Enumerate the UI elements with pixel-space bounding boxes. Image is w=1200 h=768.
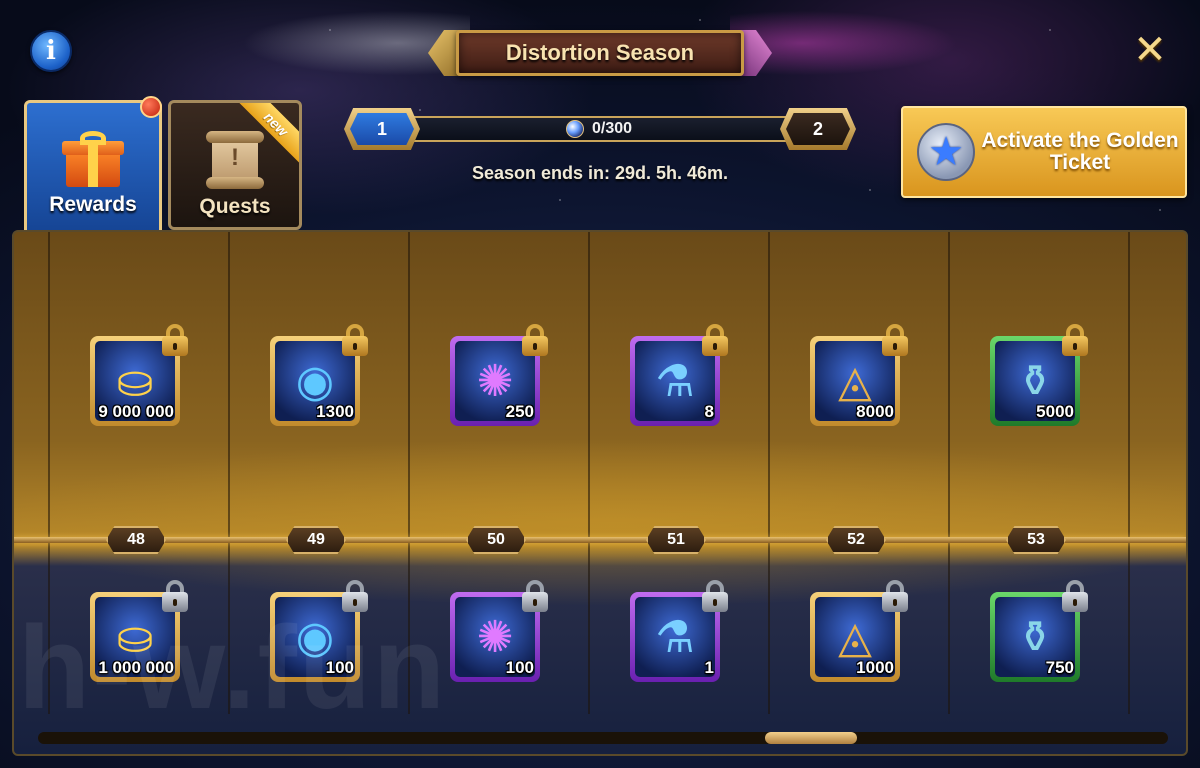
silver-lock-icon (162, 580, 188, 612)
reward-quantity: 9 000 000 (98, 402, 174, 421)
silver-lock-icon (882, 580, 908, 612)
silver-lock-icon (1062, 580, 1088, 612)
season-progress: 0/300 1 2 (344, 108, 856, 150)
silver-lock-icon (522, 580, 548, 612)
activate-golden-ticket-button[interactable]: ★ Activate the Golden Ticket (901, 106, 1187, 198)
gold-lock-icon (162, 324, 188, 356)
gold-lock-icon (882, 324, 908, 356)
next-level-badge: 2 (780, 108, 856, 150)
star-emblem-icon: ★ (911, 117, 981, 187)
page-title: Distortion Season (456, 30, 744, 76)
reward-quantity: 8 (704, 402, 714, 421)
level-marker: 52 (826, 526, 886, 554)
level-marker: 50 (466, 526, 526, 554)
reward-quantity: 250 (505, 402, 534, 421)
level-marker: 49 (286, 526, 346, 554)
reward-quantity: 1 000 000 (98, 658, 174, 677)
level-marker: 53 (1006, 526, 1066, 554)
close-icon[interactable]: ✕ (1128, 27, 1172, 73)
tab-rewards-label: Rewards (49, 193, 137, 216)
reward-quantity: 100 (325, 658, 354, 677)
gold-lock-icon (342, 324, 368, 356)
tab-rewards[interactable]: Rewards (24, 100, 162, 248)
gold-lock-icon (702, 324, 728, 356)
tab-quests[interactable]: new ! Quests (168, 100, 302, 230)
progress-value: 0/300 (591, 120, 633, 137)
reward-quantity: 1300 (316, 402, 354, 421)
current-level-badge: 1 (344, 108, 420, 150)
reward-quantity: 1000 (856, 658, 894, 677)
horizontal-scrollbar[interactable] (38, 732, 1168, 744)
notification-dot (140, 96, 162, 118)
pink-wing-decoration (730, 8, 970, 78)
reward-quantity: 8000 (856, 402, 894, 421)
scroll-icon: ! (202, 129, 268, 189)
level-column (1128, 232, 1186, 714)
silver-lock-icon (702, 580, 728, 612)
scrollbar-thumb[interactable] (764, 732, 857, 744)
reward-quantity: 5000 (1036, 402, 1074, 421)
season-timer: Season ends in: 29d. 5h. 46m. (471, 163, 729, 183)
level-marker: 51 (646, 526, 706, 554)
silver-lock-icon (342, 580, 368, 612)
reward-quantity: 1 (704, 658, 714, 677)
tab-quests-label: Quests (199, 195, 271, 218)
info-icon[interactable]: i (30, 30, 72, 72)
season-point-icon (565, 120, 584, 138)
reward-quantity: 100 (505, 658, 534, 677)
silver-wing-decoration (230, 8, 470, 78)
gift-icon (62, 131, 124, 187)
level-marker: 48 (106, 526, 166, 554)
progress-bar: 0/300 (384, 116, 814, 142)
golden-ticket-label: Activate the Golden Ticket (981, 129, 1179, 174)
gold-lock-icon (522, 324, 548, 356)
reward-quantity: 750 (1045, 658, 1074, 677)
gold-lock-icon (1062, 324, 1088, 356)
reward-track[interactable]: ⛀ 9 000 000 ⛀ 1 000 000 48 ◉ 1300 ◉ 100 49 ✺ 250 ✺ 10… (12, 230, 1188, 756)
